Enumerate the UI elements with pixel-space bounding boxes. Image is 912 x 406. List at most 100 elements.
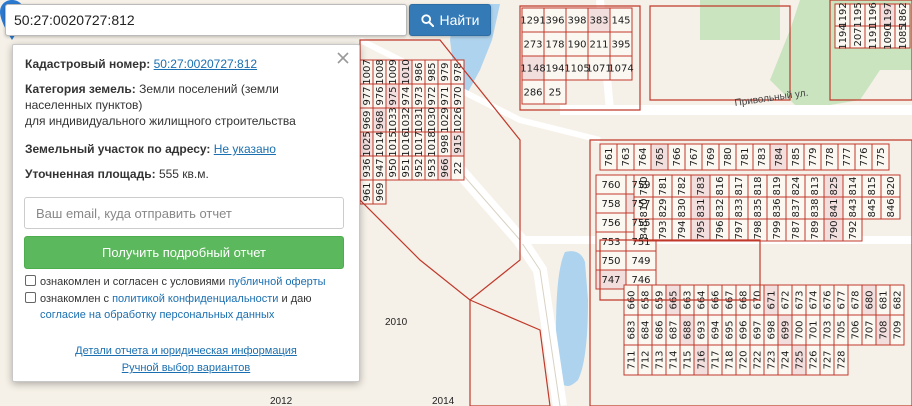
parcel-number: 968 <box>375 110 386 129</box>
parcel-number: 724 <box>781 350 792 369</box>
parcel-number: 782 <box>677 176 688 195</box>
parcel-number: 845 <box>867 198 878 217</box>
land-category-label: Категория земель: <box>25 82 136 96</box>
parcel-number: 725 <box>795 350 806 369</box>
search-button-label: Найти <box>439 12 480 28</box>
privacy-consent-checkbox[interactable] <box>25 292 36 303</box>
parcel-number: 726 <box>809 350 820 369</box>
parcel-number: 749 <box>631 256 650 267</box>
parcel-number: 1191 <box>868 24 879 49</box>
parcel-number: 794 <box>677 220 688 239</box>
parcel-number: 753 <box>601 237 620 248</box>
parcel-number: 723 <box>767 350 778 369</box>
get-report-button[interactable]: Получить подробный отчет <box>24 236 344 269</box>
parcel-number: 977 <box>362 86 373 105</box>
parcel-number: 693 <box>697 320 708 339</box>
parcel-number: 1148 <box>520 64 545 75</box>
parcel-number: 1291 <box>520 16 545 27</box>
parcel-number: 286 <box>523 88 542 99</box>
email-input[interactable] <box>24 197 344 229</box>
parcel-number: 781 <box>658 176 669 195</box>
parcel-number: 1032 <box>401 107 412 132</box>
personal-data-consent-link[interactable]: согласие на обработку персональных данны… <box>40 309 274 321</box>
parcel-number: 1015 <box>388 131 399 156</box>
parcel-number: 824 <box>791 176 802 195</box>
parcel-number: 746 <box>631 275 650 286</box>
parcel-number: 975 <box>388 86 399 105</box>
parcel-number: 1010 <box>401 59 412 84</box>
parcel-number: 395 <box>611 40 630 51</box>
parcel-number: 846 <box>886 198 897 217</box>
cadastral-search-input[interactable] <box>5 4 407 36</box>
parcel-number: 974 <box>401 86 412 105</box>
parcel-number: 747 <box>601 275 620 286</box>
parcel-number: 684 <box>641 320 652 339</box>
parcel-number: 775 <box>876 147 887 166</box>
parcel-number: 682 <box>893 290 904 309</box>
parcel-number: 793 <box>658 220 669 239</box>
parcel-number: 398 <box>567 16 586 27</box>
parcel-number: 1090 <box>883 24 894 49</box>
public-offer-link[interactable]: публичной оферты <box>228 276 325 288</box>
parcel-number: 694 <box>711 320 722 339</box>
parcel-number: 813 <box>810 176 821 195</box>
parcel-number: 211 <box>589 40 608 51</box>
parcel-number: 273 <box>523 40 542 51</box>
get-report-button-label: Получить подробный отчет <box>101 245 267 260</box>
parcel-number: 709 <box>893 320 904 339</box>
parcel-number: 1009 <box>388 59 399 84</box>
parcel-number: 816 <box>715 176 726 195</box>
land-use-value: для индивидуального жилищного строительс… <box>25 114 296 128</box>
parcel-number: 787 <box>791 220 802 239</box>
parcel-number: 763 <box>621 147 632 166</box>
parcel-number: 207 <box>853 27 864 46</box>
parcel-number: 799 <box>772 220 783 239</box>
parcel-number: 673 <box>795 290 806 309</box>
parcel-number: 797 <box>734 220 745 239</box>
parcel-number: 915 <box>453 134 464 153</box>
parcel-number: 778 <box>825 147 836 166</box>
parcel-number: 764 <box>638 147 649 166</box>
manual-choice-link[interactable]: Ручной выбор вариантов <box>122 362 250 374</box>
parcel-number: 1008 <box>375 59 386 84</box>
parcel-number: 688 <box>683 320 694 339</box>
parcel-number: 835 <box>753 198 764 217</box>
cadastral-number-link[interactable]: 50:27:0020727:812 <box>154 57 257 71</box>
parcel-number: 1197 <box>883 2 894 27</box>
parcel-number: 696 <box>739 320 750 339</box>
privacy-policy-link[interactable]: политикой конфиденциальности <box>112 293 278 305</box>
report-details-link[interactable]: Детали отчета и юридическая информация <box>75 345 297 357</box>
parcel-number: 681 <box>879 290 890 309</box>
parcel-number: 728 <box>837 350 848 369</box>
parcel-number: 396 <box>545 16 564 27</box>
parcel-number: 832 <box>715 198 726 217</box>
address-link[interactable]: Не указано <box>214 142 276 156</box>
parcel-number: 776 <box>859 147 870 166</box>
parcel-number: 972 <box>427 86 438 105</box>
parcel-number: 703 <box>823 320 834 339</box>
offer-consent-checkbox[interactable] <box>25 275 36 286</box>
parcel-number: 756 <box>601 218 620 229</box>
parcel-number: 843 <box>848 198 859 217</box>
parcel-number: 792 <box>848 220 859 239</box>
parcel-number: 1016 <box>401 131 412 156</box>
parcel-number: 700 <box>795 320 806 339</box>
parcel-number: 699 <box>781 320 792 339</box>
parcel-number: 1192 <box>838 2 849 27</box>
privacy-consent-row: ознакомлен с политикой конфиденциальност… <box>25 291 347 323</box>
parcel-number: 979 <box>440 62 451 81</box>
parcel-number: 833 <box>734 198 745 217</box>
parcel-number: 25 <box>549 88 562 99</box>
parcel-number: 683 <box>627 320 638 339</box>
area-value: 555 кв.м. <box>158 167 209 181</box>
parcel-number: 795 <box>696 220 707 239</box>
parcel-number: 998 <box>440 134 451 153</box>
parcel-number: 383 <box>589 16 608 27</box>
parcel-number: 976 <box>375 86 386 105</box>
parcel-number: 973 <box>414 86 425 105</box>
search-button[interactable]: Найти <box>409 4 491 36</box>
parcel-number: 950 <box>388 158 399 177</box>
parcel-number: 722 <box>753 350 764 369</box>
parcel-number: 818 <box>753 176 764 195</box>
parcel-number: 819 <box>772 176 783 195</box>
